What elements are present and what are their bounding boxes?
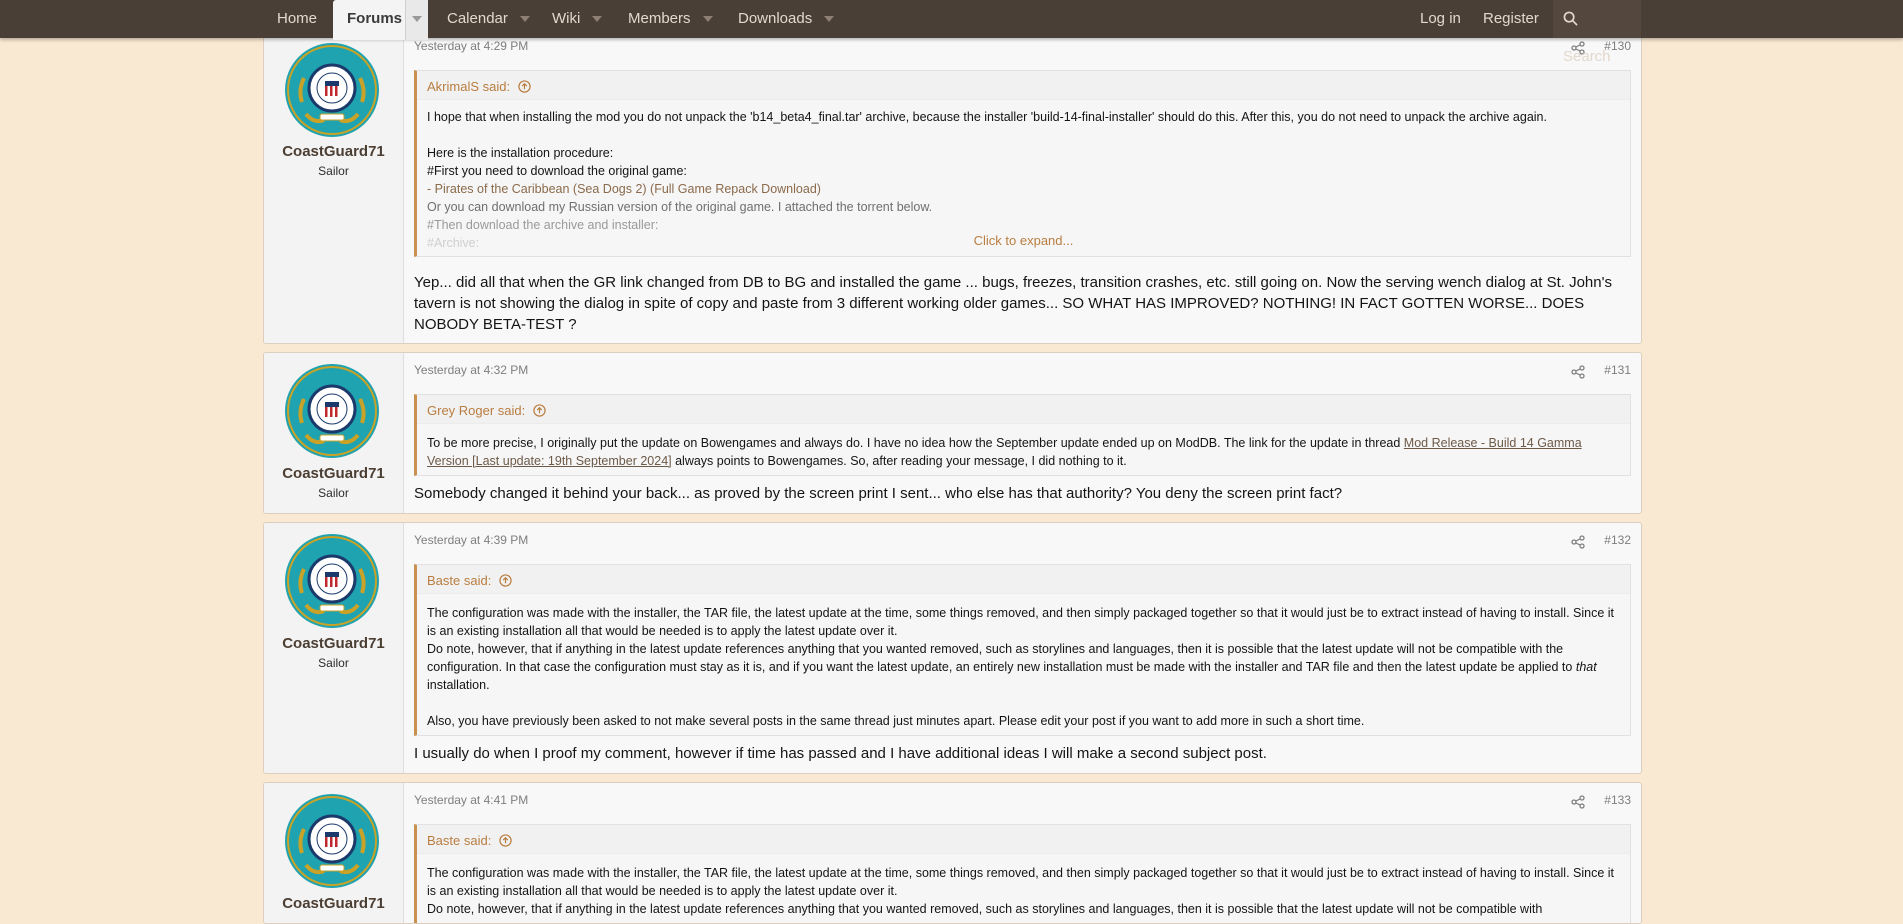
nav-calendar[interactable]: Calendar (447, 0, 508, 38)
post-main: Yesterday at 4:41 PM #133 Baste said: Th… (414, 783, 1631, 923)
quote-block: Grey Roger said: To be more precise, I o… (414, 394, 1631, 476)
top-navigation-bar: Home Forums Calendar Wiki Members Downlo… (0, 0, 1903, 65)
quote-paragraph: The configuration was made with the inst… (427, 866, 1614, 898)
user-pane: CoastGuard71 Sailor (264, 33, 404, 343)
quote-paragraph: Also, you have previously been asked to … (427, 714, 1365, 728)
nav-login[interactable]: Log in (1420, 0, 1461, 38)
quote-line: #Then download the archive and installer… (427, 218, 659, 232)
username-link[interactable]: CoastGuard71 (264, 895, 403, 912)
coast-guard-emblem-icon (285, 43, 379, 137)
username-link[interactable]: CoastGuard71 (264, 143, 403, 160)
coast-guard-emblem-icon (285, 364, 379, 458)
quote-block: Baste said: The configuration was made w… (414, 564, 1631, 736)
arrow-up-circle-icon[interactable] (533, 404, 546, 417)
quote-author-link[interactable]: Grey Roger said: (417, 395, 1630, 423)
user-pane: CoastGuard71 (264, 783, 404, 923)
quote-line: Here is the installation procedure: (427, 146, 614, 160)
post-date[interactable]: Yesterday at 4:29 PM (414, 39, 528, 53)
post-130: CoastGuard71 Sailor Yesterday at 4:29 PM… (263, 32, 1642, 344)
post-131: CoastGuard71 Sailor Yesterday at 4:32 PM… (263, 352, 1642, 514)
wiki-dropdown-icon[interactable] (586, 0, 608, 38)
user-title: Sailor (318, 486, 349, 500)
quote-author: Grey Roger said: (427, 403, 526, 418)
quote-line: I hope that when installing the mod you … (427, 110, 1547, 124)
user-avatar[interactable] (284, 42, 380, 138)
post-message: Somebody changed it behind your back... … (414, 485, 1343, 502)
user-pane: CoastGuard71 Sailor (264, 523, 404, 773)
quote-line: #First you need to download the original… (427, 164, 687, 178)
user-avatar[interactable] (284, 533, 380, 629)
quote-author: Baste said: (427, 573, 492, 588)
quote-line: Or you can download my Russian version o… (427, 200, 933, 214)
quote-paragraph: The configuration was made with the inst… (427, 606, 1614, 638)
forums-dropdown-icon[interactable] (405, 0, 428, 40)
quote-author: AkrimalS said: (427, 79, 511, 94)
user-avatar[interactable] (284, 793, 380, 889)
post-133: CoastGuard71 Yesterday at 4:41 PM #133 B… (263, 782, 1642, 924)
members-dropdown-icon[interactable] (697, 0, 719, 38)
post-main: Yesterday at 4:32 PM #131 Grey Roger sai… (414, 353, 1631, 513)
post-main: Yesterday at 4:39 PM #132 Baste said: Th… (414, 523, 1631, 773)
search-icon (1563, 11, 1578, 26)
quote-paragraph: Do note, however, that if anything in th… (427, 902, 1543, 916)
quote-line-link[interactable]: - Pirates of the Caribbean (Sea Dogs 2) … (427, 180, 1620, 198)
username-link[interactable]: CoastGuard71 (264, 635, 403, 652)
post-132: CoastGuard71 Sailor Yesterday at 4:39 PM… (263, 522, 1642, 774)
nav-register[interactable]: Register (1483, 0, 1539, 38)
quote-emphasis: that (1575, 660, 1597, 674)
nav-forums[interactable]: Forums (333, 0, 416, 40)
share-icon[interactable] (1571, 535, 1585, 549)
nav-home[interactable]: Home (277, 0, 317, 38)
post-message: Yep... did all that when the GR link cha… (414, 274, 1612, 333)
user-pane: CoastGuard71 Sailor (264, 353, 404, 513)
quote-paragraph: Do note, however, that if anything in th… (427, 642, 1576, 674)
search-label: Search (1563, 48, 1611, 65)
share-icon[interactable] (1571, 795, 1585, 809)
nav-wiki[interactable]: Wiki (552, 0, 580, 38)
user-avatar[interactable] (284, 363, 380, 459)
quote-content: The configuration was made with the inst… (417, 593, 1630, 735)
nav-downloads[interactable]: Downloads (738, 0, 812, 38)
post-number[interactable]: #131 (1604, 363, 1631, 377)
user-title: Sailor (318, 164, 349, 178)
quote-block: Baste said: The configuration was made w… (414, 824, 1631, 923)
post-date[interactable]: Yesterday at 4:41 PM (414, 793, 528, 807)
coast-guard-emblem-icon (285, 534, 379, 628)
arrow-up-circle-icon[interactable] (518, 80, 531, 93)
quote-paragraph: installation. (427, 678, 490, 692)
calendar-dropdown-icon[interactable] (514, 0, 536, 38)
arrow-up-circle-icon[interactable] (499, 574, 512, 587)
post-date[interactable]: Yesterday at 4:39 PM (414, 533, 528, 547)
post-number[interactable]: #133 (1604, 793, 1631, 807)
post-message: I usually do when I proof my comment, ho… (414, 745, 1267, 762)
nav-inner: Home Forums Calendar Wiki Members Downlo… (263, 0, 1641, 65)
post-number[interactable]: #132 (1604, 533, 1631, 547)
post-date[interactable]: Yesterday at 4:32 PM (414, 363, 528, 377)
quote-author-link[interactable]: Baste said: (417, 825, 1630, 853)
user-title: Sailor (318, 656, 349, 670)
quote-content: The configuration was made with the inst… (417, 853, 1630, 923)
quote-author-link[interactable]: AkrimalS said: (417, 71, 1630, 99)
click-to-expand-link[interactable]: Click to expand... (417, 233, 1630, 248)
downloads-dropdown-icon[interactable] (818, 0, 840, 38)
quote-text: To be more precise, I originally put the… (427, 436, 1404, 450)
coast-guard-emblem-icon (285, 794, 379, 888)
quote-author: Baste said: (427, 833, 492, 848)
username-link[interactable]: CoastGuard71 (264, 465, 403, 482)
post-main: Yesterday at 4:29 PM #130 AkrimalS said:… (414, 33, 1631, 343)
arrow-up-circle-icon[interactable] (499, 834, 512, 847)
share-icon[interactable] (1571, 365, 1585, 379)
nav-search-button[interactable]: Search (1553, 0, 1641, 65)
quote-text: always points to Bowengames. So, after r… (671, 454, 1127, 468)
quote-content: To be more precise, I originally put the… (417, 423, 1630, 475)
nav-members[interactable]: Members (628, 0, 691, 38)
quote-author-link[interactable]: Baste said: (417, 565, 1630, 593)
quote-block: AkrimalS said: I hope that when installi… (414, 70, 1631, 257)
